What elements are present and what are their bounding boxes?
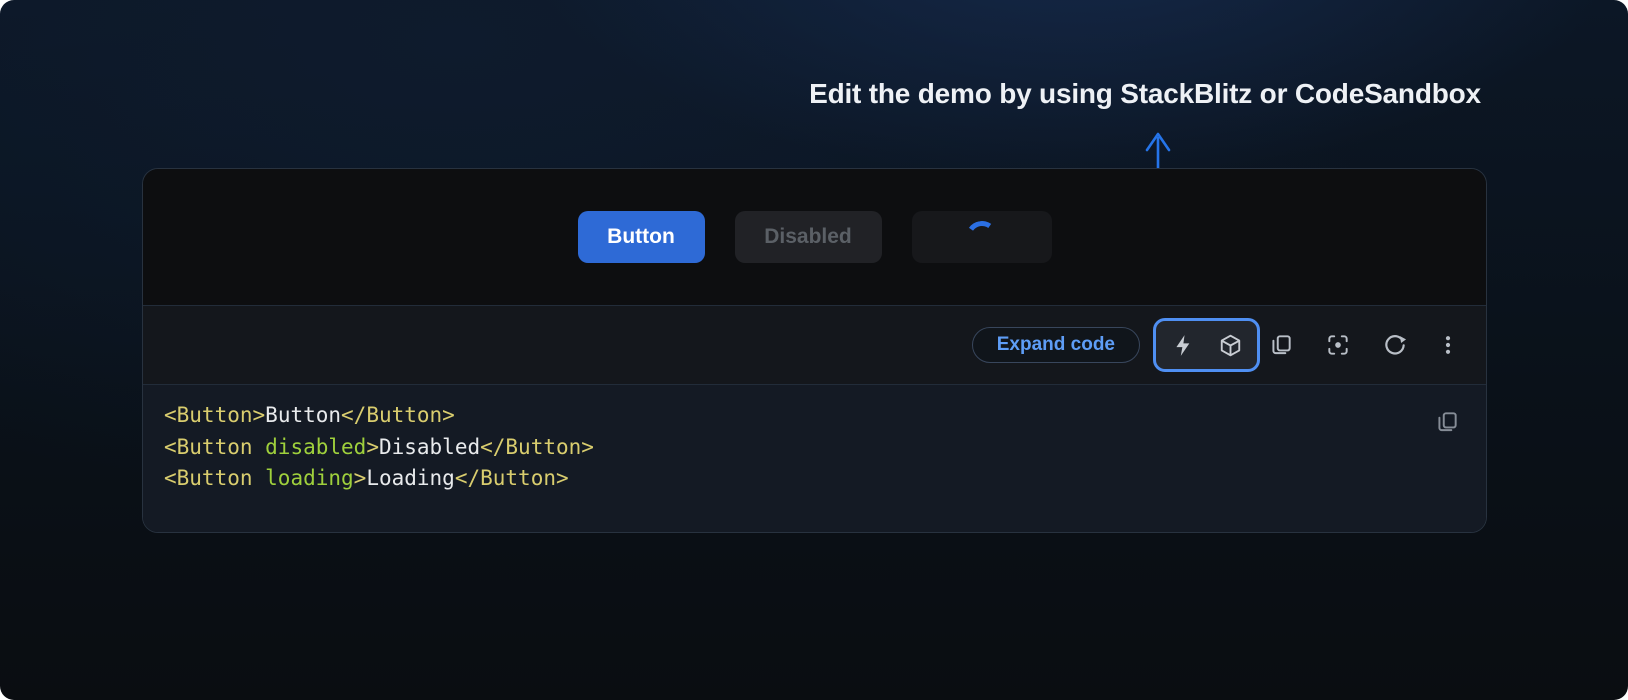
code-line: <Button loading>Loading</Button> bbox=[164, 463, 1416, 495]
code-tag: > bbox=[354, 466, 367, 490]
code-attr: loading bbox=[253, 466, 354, 490]
primary-button[interactable]: Button bbox=[578, 211, 705, 263]
code-tag: <Button bbox=[164, 435, 253, 459]
code-text: Loading bbox=[366, 466, 455, 490]
code-tag: </Button> bbox=[480, 435, 594, 459]
stackblitz-icon[interactable] bbox=[1171, 333, 1196, 358]
expand-code-button[interactable]: Expand code bbox=[972, 327, 1140, 363]
code-tag: > bbox=[253, 403, 266, 427]
refresh-icon[interactable] bbox=[1382, 332, 1408, 358]
code-attr: disabled bbox=[253, 435, 367, 459]
code-copy-icon[interactable] bbox=[1434, 409, 1460, 438]
code-tag: <Button bbox=[164, 403, 253, 427]
code-tag: </Button> bbox=[341, 403, 455, 427]
edit-online-icon-group bbox=[1153, 318, 1260, 372]
loading-button[interactable] bbox=[912, 211, 1052, 263]
more-icon[interactable] bbox=[1436, 333, 1460, 357]
code-line: <Button>Button</Button> bbox=[164, 400, 1416, 432]
demo-card: Button Disabled Expand code bbox=[142, 168, 1487, 533]
annotation-title: Edit the demo by using StackBlitz or Cod… bbox=[780, 78, 1510, 110]
code-tag: </Button> bbox=[455, 466, 569, 490]
code-block: <Button>Button</Button> <Button disabled… bbox=[143, 385, 1486, 532]
loading-spinner-icon bbox=[963, 218, 1000, 255]
copy-icon[interactable] bbox=[1268, 332, 1294, 358]
code-line: <Button disabled>Disabled</Button> bbox=[164, 432, 1416, 464]
code-text: Disabled bbox=[379, 435, 480, 459]
docs-demo-screen: Edit the demo by using StackBlitz or Cod… bbox=[0, 0, 1628, 700]
codesandbox-icon[interactable] bbox=[1218, 333, 1243, 358]
code-text: Button bbox=[265, 403, 341, 427]
isolate-icon[interactable] bbox=[1325, 332, 1351, 358]
code-tag: > bbox=[366, 435, 379, 459]
demo-toolbar: Expand code bbox=[143, 305, 1486, 385]
disabled-button[interactable]: Disabled bbox=[735, 211, 882, 263]
demo-preview: Button Disabled bbox=[143, 169, 1486, 305]
code-tag: <Button bbox=[164, 466, 253, 490]
